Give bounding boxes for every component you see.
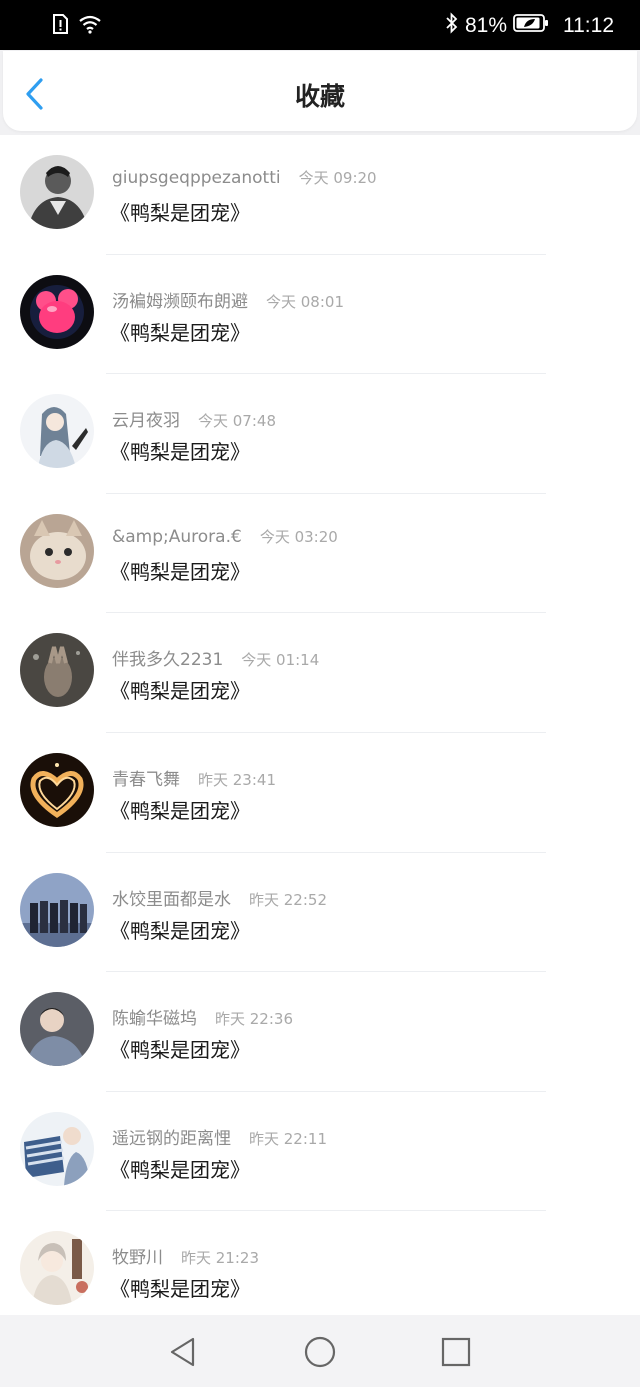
favorite-item[interactable]: 云月夜羽 今天 07:48 《鸭梨是团宠》 xyxy=(0,374,640,494)
clock: 11:12 xyxy=(563,14,614,37)
username[interactable]: 青春飞舞 xyxy=(112,765,180,790)
timestamp: 昨天 22:36 xyxy=(215,1010,293,1029)
avatar[interactable] xyxy=(20,155,94,229)
username[interactable]: 云月夜羽 xyxy=(112,406,180,431)
item-title[interactable]: 《鸭梨是团宠》 xyxy=(110,556,250,585)
timestamp: 今天 09:20 xyxy=(298,169,377,187)
system-nav-bar xyxy=(0,1315,640,1387)
avatar[interactable] xyxy=(20,394,94,469)
favorite-item[interactable]: 陈蝓华磁坞 昨天 22:36 《鸭梨是团宠》 xyxy=(0,972,640,1092)
avatar[interactable] xyxy=(20,1231,94,1306)
recents-square-icon xyxy=(439,1337,473,1373)
status-bar: 81% 11:12 xyxy=(0,0,640,50)
avatar[interactable] xyxy=(20,513,94,588)
avatar[interactable] xyxy=(20,752,94,827)
item-title[interactable]: 《鸭梨是团宠》 xyxy=(110,1154,250,1183)
username[interactable]: 汤褊姆濒颐布朗避 xyxy=(112,287,248,312)
username[interactable]: 牧野川 xyxy=(112,1243,163,1268)
favorite-item[interactable]: 伴我多久2231 今天 01:14 《鸭梨是团宠》 xyxy=(0,613,640,733)
favorite-item[interactable]: &amp;Aurora.€ 今天 03:20 《鸭梨是团宠》 xyxy=(0,494,640,614)
nav-recents-button[interactable] xyxy=(439,1335,473,1369)
favorite-item[interactable]: 水饺里面都是水 昨天 22:52 《鸭梨是团宠》 xyxy=(0,853,640,973)
bluetooth-icon xyxy=(445,12,459,40)
favorite-item[interactable]: 遥远钢的距离悝 昨天 22:11 《鸭梨是团宠》 xyxy=(0,1092,640,1212)
timestamp: 今天 08:01 xyxy=(266,292,344,311)
username[interactable]: 水饺里面都是水 xyxy=(112,885,231,910)
page-title: 收藏 xyxy=(294,82,345,111)
item-title[interactable]: 《鸭梨是团宠》 xyxy=(110,1273,250,1302)
item-title[interactable]: 《鸭梨是团宠》 xyxy=(110,795,250,824)
timestamp: 昨天 23:41 xyxy=(198,770,276,789)
item-title[interactable]: 《鸭梨是团宠》 xyxy=(110,436,250,465)
battery-icon xyxy=(513,13,549,39)
timestamp: 今天 01:14 xyxy=(241,651,320,670)
timestamp: 昨天 21:23 xyxy=(181,1249,259,1268)
avatar[interactable] xyxy=(20,872,94,947)
battery-percent: 81% xyxy=(464,14,507,37)
nav-back-button[interactable] xyxy=(166,1335,200,1369)
home-circle-icon xyxy=(303,1336,337,1373)
username[interactable]: 伴我多久2231 xyxy=(112,645,223,670)
avatar[interactable] xyxy=(20,633,94,708)
timestamp: 昨天 22:52 xyxy=(249,890,327,909)
favorite-item[interactable]: 牧野川 昨天 21:23 《鸭梨是团宠》 xyxy=(0,1211,640,1315)
item-title[interactable]: 《鸭梨是团宠》 xyxy=(110,1034,250,1063)
username[interactable]: &amp;Aurora.€ xyxy=(112,527,242,547)
avatar[interactable] xyxy=(20,1111,94,1186)
timestamp: 昨天 22:11 xyxy=(249,1129,327,1148)
avatar[interactable] xyxy=(20,274,94,349)
wifi-icon xyxy=(78,14,102,38)
item-title[interactable]: 《鸭梨是团宠》 xyxy=(110,915,250,944)
favorite-item[interactable]: giupsgeqppezanotti 今天 09:20 《鸭梨是团宠》 xyxy=(0,135,640,255)
favorites-list: giupsgeqppezanotti 今天 09:20 《鸭梨是团宠》 汤褊姆濒… xyxy=(0,135,640,1315)
timestamp: 今天 03:20 xyxy=(259,527,338,546)
favorite-item[interactable]: 汤褊姆濒颐布朗避 今天 08:01 《鸭梨是团宠》 xyxy=(0,255,640,375)
username[interactable]: 遥远钢的距离悝 xyxy=(112,1124,231,1149)
sim-alert-icon xyxy=(52,14,68,38)
item-title[interactable]: 《鸭梨是团宠》 xyxy=(110,317,250,346)
favorite-item[interactable]: 青春飞舞 昨天 23:41 《鸭梨是团宠》 xyxy=(0,733,640,853)
nav-home-button[interactable] xyxy=(303,1335,337,1369)
timestamp: 今天 07:48 xyxy=(198,412,276,431)
item-title[interactable]: 《鸭梨是团宠》 xyxy=(110,675,250,704)
app-header: 收藏 xyxy=(3,51,637,131)
username[interactable]: 陈蝓华磁坞 xyxy=(112,1004,197,1029)
item-title[interactable]: 《鸭梨是团宠》 xyxy=(110,197,250,226)
back-triangle-icon xyxy=(166,1337,200,1373)
username[interactable]: giupsgeqppezanotti xyxy=(112,168,281,188)
avatar[interactable] xyxy=(20,992,94,1067)
